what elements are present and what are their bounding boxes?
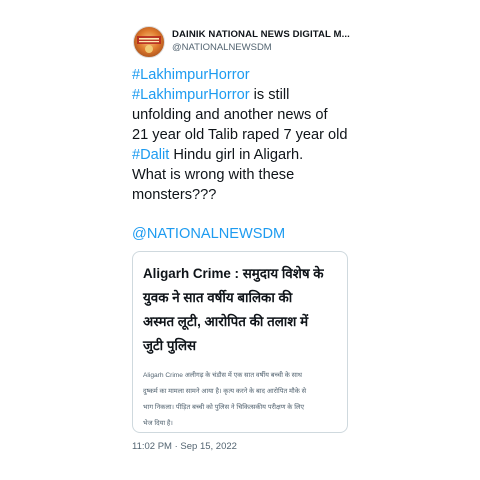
hashtag-link[interactable]: #LakhimpurHorror: [132, 67, 250, 83]
card-description: Aligarh Crime अलीगढ़ के चंडौस में एक सात…: [143, 368, 341, 432]
hashtag-link[interactable]: #Dalit: [132, 147, 169, 163]
mention-link[interactable]: @NATIONALNEWSDM: [132, 224, 285, 244]
hashtag-link[interactable]: #LakhimpurHorror: [132, 87, 250, 103]
card-title-line: जुटी पुलिस: [143, 338, 197, 353]
tweet-text-line: 21 year old Talib raped 7 year old: [132, 127, 348, 143]
author-handle[interactable]: @NATIONALNEWSDM: [172, 42, 272, 53]
author-display-name[interactable]: DAINIK NATIONAL NEWS DIGITAL M...: [172, 29, 350, 40]
card-title: Aligarh Crime : समुदाय विशेष के युवक ने …: [143, 262, 341, 358]
tweet-text-line: unfolding and another news of: [132, 107, 328, 123]
link-preview-card[interactable]: Aligarh Crime : समुदाय विशेष के युवक ने …: [132, 251, 348, 433]
card-title-line: अस्मत लूटी, आरोपित की तलाश में: [143, 314, 309, 329]
tweet-text-fragment: is still: [249, 87, 290, 103]
card-title-line: Aligarh Crime : समुदाय विशेष के: [143, 266, 324, 281]
card-title-line: युवक ने सात वर्षीय बालिका की: [143, 290, 293, 305]
tweet-text-line: monsters???: [132, 187, 217, 203]
tweet-text-line: What is wrong with these: [132, 167, 295, 183]
card-description-line: दुष्कर्म का मामला सामने आया है। कृत्य कर…: [143, 388, 307, 395]
news-logo-icon: [137, 36, 161, 53]
tweet: DAINIK NATIONAL NEWS DIGITAL M... @NATIO…: [0, 0, 480, 480]
card-description-line: भेज दिया है।: [143, 420, 173, 427]
tweet-text: #LakhimpurHorror #LakhimpurHorror is sti…: [132, 65, 357, 205]
card-description-line: Aligarh Crime अलीगढ़ के चंडौस में एक सात…: [143, 372, 303, 379]
card-description-line: भाग निकला। पीड़ित बच्ची को पुलिस ने चिकि…: [143, 404, 305, 411]
tweet-text-fragment: Hindu girl in Aligarh.: [169, 147, 304, 163]
author-avatar[interactable]: [133, 26, 165, 58]
tweet-timestamp[interactable]: 11:02 PM · Sep 15, 2022: [132, 441, 237, 452]
